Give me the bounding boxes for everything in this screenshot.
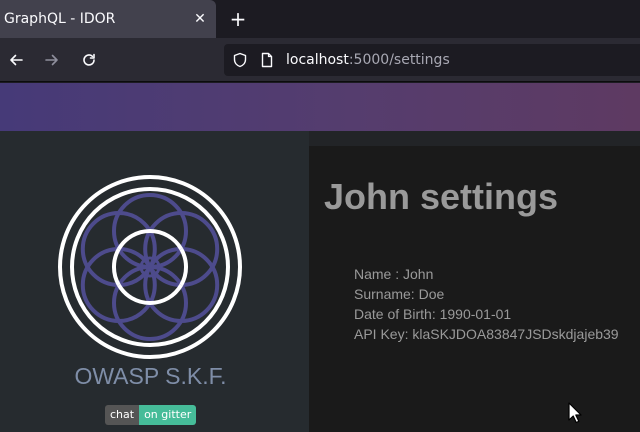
page-icon[interactable] bbox=[259, 52, 275, 68]
skf-logo-icon bbox=[58, 175, 242, 359]
name-field: Name : John bbox=[354, 266, 434, 282]
sidebar: OWASP S.K.F. chat on gitter bbox=[0, 131, 309, 432]
api-key-field: API Key: klaSKJDOA83847JSDskdjajeb39 bbox=[354, 326, 619, 342]
date-of-birth-field: Date of Birth: 1990-01-01 bbox=[354, 306, 512, 322]
url-path: :5000/settings bbox=[348, 52, 450, 68]
navigation-bar: localhost:5000/settings bbox=[0, 38, 640, 82]
plus-icon[interactable]: + bbox=[226, 7, 250, 31]
url-text[interactable]: localhost:5000/settings bbox=[286, 51, 450, 69]
tab-active[interactable]: GraphQL - IDOR ✕ bbox=[0, 0, 216, 38]
brand-name: OWASP S.K.F. bbox=[74, 363, 227, 389]
forward-arrow-icon bbox=[45, 54, 58, 66]
main-content: John settings Name : John Surname: Doe D… bbox=[309, 131, 640, 432]
reload-icon bbox=[83, 53, 95, 66]
cursor-icon bbox=[568, 402, 582, 424]
url-bar[interactable]: localhost:5000/settings bbox=[224, 44, 640, 76]
forward-button[interactable] bbox=[40, 48, 64, 72]
close-icon[interactable]: ✕ bbox=[189, 8, 211, 30]
reload-button[interactable] bbox=[77, 48, 101, 72]
tab-title: GraphQL - IDOR bbox=[4, 11, 116, 27]
back-arrow-icon bbox=[10, 54, 23, 66]
badge-label: chat bbox=[105, 405, 140, 425]
tab-bar: GraphQL - IDOR ✕ + bbox=[0, 0, 640, 38]
header-banner bbox=[0, 83, 640, 131]
page-title: John settings bbox=[324, 176, 559, 217]
user-info: Name : John Surname: Doe Date of Birth: … bbox=[354, 264, 619, 344]
shield-icon[interactable] bbox=[232, 52, 248, 68]
back-button[interactable] bbox=[4, 48, 28, 72]
surname-field: Surname: Doe bbox=[354, 286, 445, 302]
badge-value: on gitter bbox=[139, 405, 197, 425]
url-host: localhost bbox=[286, 52, 349, 68]
gitter-chat-badge[interactable]: chat on gitter bbox=[105, 405, 197, 425]
content-top-strip bbox=[309, 131, 640, 146]
